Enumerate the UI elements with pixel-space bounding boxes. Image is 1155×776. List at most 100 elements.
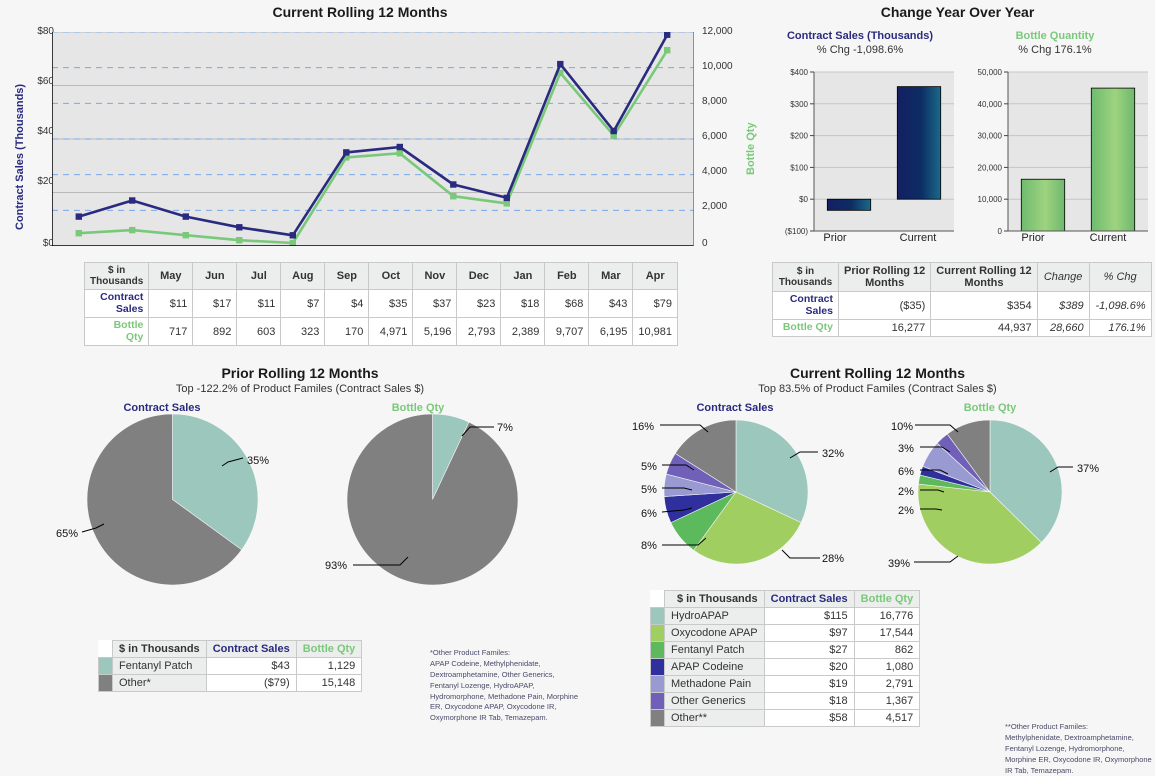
legend-product-name: Other Generics (664, 692, 765, 710)
prior-bottle-qty-pie (345, 412, 520, 587)
monthly-table-cell: $43 (588, 288, 634, 319)
table-row: HydroAPAP $115 16,776 (650, 607, 921, 625)
yoy-table-cell: ($35) (837, 290, 932, 321)
legend-product-name: Methadone Pain (664, 675, 765, 693)
yoy-left-title: Contract Sales (Thousands) % Chg -1,098.… (786, 30, 934, 56)
line-y-left-tick: $20 (37, 176, 54, 187)
svg-text:$100: $100 (790, 163, 808, 172)
monthly-table-cell: 170 (324, 317, 370, 347)
yoy-right-category-current: Current (1089, 232, 1127, 244)
monthly-table-cell: $35 (368, 288, 414, 319)
current-legend-table-wrap: $ in Thousands Contract Sales Bottle Qty H… (650, 590, 921, 727)
yoy-table-cell: $389 (1036, 290, 1090, 321)
yoy-table-cell: -1,098.6% (1088, 290, 1152, 321)
current-bottle-pie-label: 2% (898, 486, 914, 498)
monthly-table: $ in Thousands May Jun Jul Aug Sep Oct Nov Dec Jan… (83, 262, 678, 347)
svg-text:20,000: 20,000 (978, 163, 1003, 172)
current-contract-pie-label: 32% (822, 448, 845, 460)
legend-contract-sales-value: $58 (763, 709, 855, 727)
prior-bottle-pie-label: 93% (325, 560, 348, 572)
prior-legend-swatch-header (99, 641, 113, 658)
legend-contract-sales-value: $97 (763, 624, 855, 642)
legend-bottle-qty-value: 1,367 (853, 692, 921, 710)
prior-contract-pie-label: 65% (56, 528, 79, 540)
yoy-contract-sales-bar-chart: $400 $300 $200 $100 $0 ($100) (770, 64, 960, 239)
monthly-table-month-header: May (148, 262, 194, 290)
svg-text:$200: $200 (790, 132, 808, 141)
monthly-table-corner-header: $ in Thousands (83, 262, 150, 290)
line-chart-left-axis-label: Contract Sales (Thousands) (14, 83, 26, 230)
current-bottle-pie-label: 6% (898, 466, 914, 478)
table-row: Contract Sales ($35) $354 $389 -1,098.6% (772, 290, 1152, 321)
yoy-table-cell: 44,937 (930, 319, 1038, 338)
yoy-table-row-label: Bottle Qty (772, 319, 839, 338)
current-legend-swatch-header (651, 591, 665, 608)
line-y-left-tick: $80 (37, 26, 54, 37)
legend-bottle-qty-value: 16,776 (853, 607, 921, 625)
legend-bottle-qty-value: 2,791 (853, 675, 921, 693)
legend-color-swatch (650, 624, 665, 642)
monthly-table-cell: $11 (148, 288, 194, 319)
prior-contract-sales-pie (85, 412, 260, 587)
svg-text:10,000: 10,000 (978, 195, 1003, 204)
yoy-left-category-prior: Prior (823, 232, 847, 244)
table-row: Other Generics $18 1,367 (650, 692, 921, 710)
yoy-bottle-qty-bar-chart: 50,000 40,000 30,000 20,000 10,000 0 (958, 64, 1154, 239)
legend-contract-sales-value: ($79) (205, 674, 297, 692)
legend-color-swatch (650, 641, 665, 659)
legend-bottle-qty-value: 1,129 (295, 657, 363, 675)
table-row: Contract Sales $11 $17 $11 $7 $4 $35 $37 $23 $18 $6… (83, 288, 678, 319)
current-bottle-qty-caption: Bottle Qty (963, 402, 1017, 414)
yoy-table: $ in Thousands Prior Rolling 12 Months Curre… (772, 262, 1152, 338)
legend-color-swatch (650, 658, 665, 676)
monthly-table-cell: 5,196 (412, 317, 458, 347)
table-row: Other* ($79) 15,148 (98, 674, 363, 692)
legend-color-swatch (650, 692, 665, 710)
monthly-table-cell: 10,981 (632, 317, 678, 347)
current-contract-pie-label: 5% (641, 484, 657, 496)
current-contract-pie-label: 28% (822, 553, 845, 565)
monthly-table-month-header: Jul (236, 262, 282, 290)
yoy-table-cell: $354 (930, 290, 1038, 321)
monthly-table-row-label: Bottle Qty (83, 317, 150, 347)
yoy-table-header: Prior Rolling 12 Months (837, 262, 932, 292)
yoy-table-header: % Chg (1088, 262, 1152, 292)
table-row: APAP Codeine $20 1,080 (650, 658, 921, 676)
monthly-table-month-header: Feb (544, 262, 590, 290)
monthly-table-month-header: Apr (632, 262, 678, 290)
current-legend-contract-sales-header: Contract Sales (763, 590, 855, 608)
monthly-table-cell: $18 (500, 288, 546, 319)
prior-section-header: Prior Rolling 12 Months Top -122.2% of P… (175, 365, 425, 395)
line-y-right-tick: 2,000 (702, 201, 728, 212)
current-legend-corner-header: $ in Thousands (664, 590, 765, 608)
table-row: Bottle Qty 16,277 44,937 28,660 176.1% (772, 319, 1152, 338)
table-row: Methadone Pain $19 2,791 (650, 675, 921, 693)
prior-legend-table-wrap: $ in Thousands Contract Sales Bottle Qty F… (98, 640, 363, 692)
monthly-table-cell: $17 (192, 288, 238, 319)
monthly-table-cell: 9,707 (544, 317, 590, 347)
legend-bottle-qty-value: 4,517 (853, 709, 921, 727)
legend-contract-sales-value: $115 (763, 607, 855, 625)
monthly-table-cell: $7 (280, 288, 326, 319)
legend-contract-sales-value: $18 (763, 692, 855, 710)
monthly-table-month-header: Nov (412, 262, 458, 290)
dashboard-page: Current Rolling 12 Months Contract Sales… (0, 0, 1155, 775)
line-y-left-tick: $60 (37, 76, 54, 87)
legend-color-swatch (98, 657, 113, 675)
legend-product-name: Oxycodone APAP (664, 624, 765, 642)
yoy-title: Change Year Over Year (880, 4, 1035, 20)
monthly-table-month-header: Oct (368, 262, 414, 290)
legend-product-name: HydroAPAP (664, 607, 765, 625)
monthly-table-month-header: Jun (192, 262, 238, 290)
yoy-left-category-current: Current (899, 232, 937, 244)
yoy-right-title: Bottle Quantity % Chg 176.1% (1015, 30, 1095, 56)
monthly-table-row-label: Contract Sales (83, 288, 150, 319)
monthly-table-cell: $79 (632, 288, 678, 319)
current-contract-sales-caption: Contract Sales (696, 402, 774, 414)
legend-bottle-qty-value: 1,080 (853, 658, 921, 676)
monthly-table-month-header: Dec (456, 262, 502, 290)
monthly-table-cell: $68 (544, 288, 590, 319)
current-bottle-qty-pie (916, 418, 1064, 566)
line-chart-plot (52, 32, 694, 246)
line-y-left-tick: $0 (42, 238, 54, 249)
